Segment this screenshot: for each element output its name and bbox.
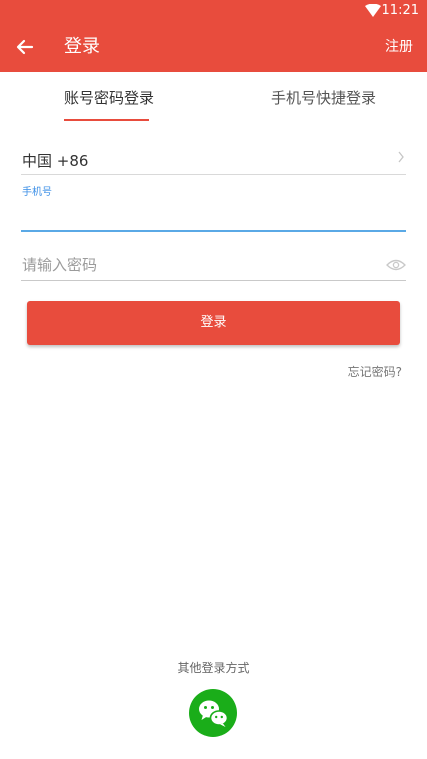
toolbar: 登录 注册 (0, 22, 427, 72)
register-button[interactable]: 注册 (385, 37, 413, 57)
other-login-title: 其他登录方式 (177, 661, 250, 675)
tab-selected-indicator (64, 119, 149, 121)
status-bar: 11:21 (0, 0, 427, 22)
phone-field: 手机号 (21, 180, 408, 232)
country-code-selector[interactable]: 中国 +86 (21, 145, 406, 175)
status-time: 11:21 (381, 3, 419, 18)
password-field (21, 250, 406, 281)
wifi-icon (365, 4, 381, 17)
chevron-right-icon (398, 151, 404, 163)
back-arrow-icon[interactable] (12, 34, 38, 60)
forgot-password-link[interactable]: 忘记密码? (348, 363, 402, 380)
login-button[interactable]: 登录 (27, 301, 400, 345)
country-code-label: 中国 +86 (22, 152, 89, 170)
login-tabs: 账号密码登录 手机号快捷登录 (0, 72, 427, 124)
tab-account-password-login[interactable]: 账号密码登录 (64, 88, 154, 108)
eye-icon[interactable] (386, 258, 406, 272)
tab-phone-quick-login[interactable]: 手机号快捷登录 (271, 88, 376, 108)
password-input[interactable] (21, 250, 378, 280)
page-title: 登录 (64, 36, 100, 57)
phone-field-label: 手机号 (22, 187, 52, 198)
phone-input[interactable] (21, 198, 408, 226)
wechat-icon[interactable] (189, 689, 237, 737)
